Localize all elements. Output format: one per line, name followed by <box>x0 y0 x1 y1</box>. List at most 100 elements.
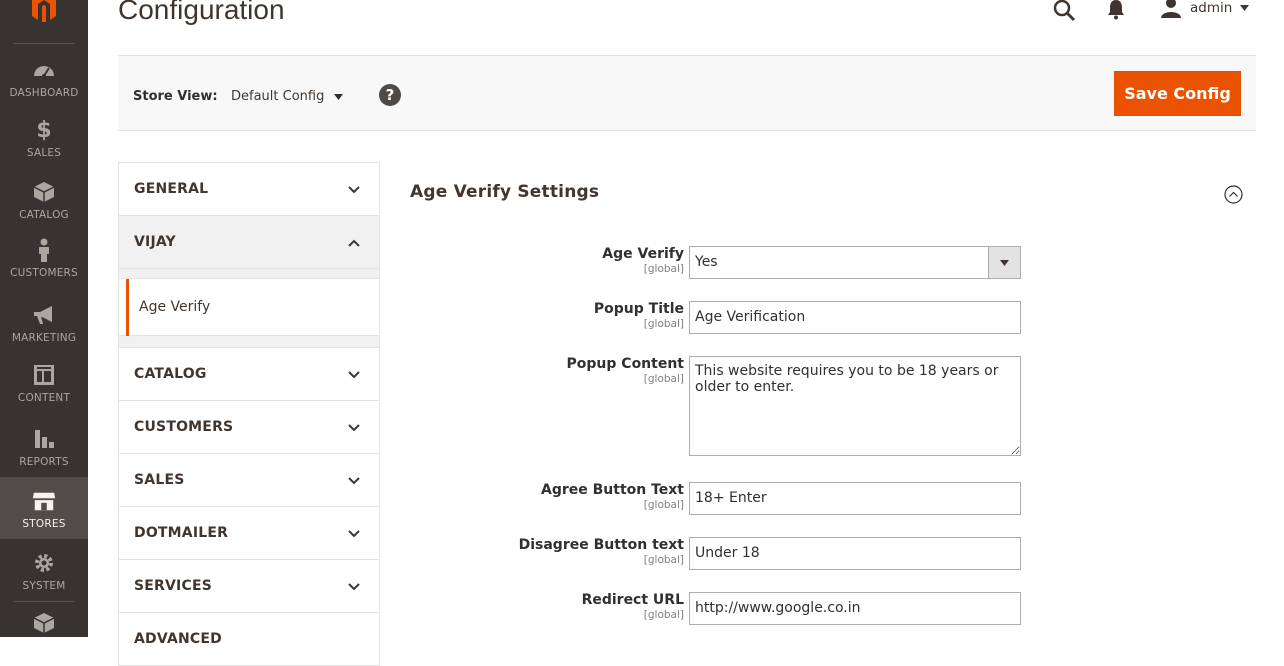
user-menu[interactable]: admin <box>1160 0 1250 18</box>
field-label-text: Disagree Button text <box>518 537 684 553</box>
redirect-url-input[interactable]: http://www.google.co.in <box>689 592 1021 625</box>
age-verify-select[interactable]: Yes <box>689 246 1021 279</box>
tab-sales[interactable]: SALES <box>119 454 379 507</box>
active-indicator <box>126 279 129 336</box>
chevron-down-icon <box>348 371 360 379</box>
field-label-text: Popup Content <box>566 356 684 372</box>
field-label-text: Redirect URL <box>581 592 684 608</box>
field-scope: [global] <box>643 554 684 566</box>
help-icon[interactable]: ? <box>379 84 401 106</box>
field-label: Disagree Button text [global] <box>519 537 684 566</box>
nav-dashboard[interactable]: DASHBOARD <box>0 58 88 120</box>
nav-customers[interactable]: CUSTOMERS <box>0 238 88 300</box>
sidebar-divider <box>14 43 74 44</box>
chevron-down-icon <box>348 424 360 432</box>
field-label: Agree Button Text [global] <box>541 482 684 511</box>
store-icon <box>32 489 56 513</box>
chevron-down-icon <box>348 583 360 591</box>
tab-label: VIJAY <box>134 234 176 250</box>
tab-label: CATALOG <box>134 366 207 382</box>
nav-sales[interactable]: $ SALES <box>0 118 88 180</box>
notifications-bell-icon[interactable] <box>1105 0 1127 20</box>
page-title: Configuration <box>118 0 285 25</box>
field-scope: [global] <box>643 499 684 511</box>
tab-advanced[interactable]: ADVANCED <box>119 613 379 666</box>
nav-label: STORES <box>22 518 66 530</box>
store-view-label: Store View: <box>133 89 218 104</box>
magento-logo-icon[interactable] <box>25 0 63 22</box>
person-icon <box>32 238 56 262</box>
tab-label: DOTMAILER <box>134 525 229 541</box>
tab-label: ADVANCED <box>134 631 222 647</box>
gear-icon <box>32 551 56 575</box>
tab-item-age-verify[interactable]: Age Verify <box>119 279 379 336</box>
collapse-section-icon[interactable] <box>1224 185 1243 204</box>
bar-chart-icon <box>32 427 56 451</box>
tab-label: SERVICES <box>134 578 212 594</box>
nav-system[interactable]: SYSTEM <box>0 551 88 613</box>
tab-spacer <box>119 269 379 279</box>
field-label-text: Popup Title <box>593 301 684 317</box>
nav-label: SALES <box>26 147 62 159</box>
admin-sidebar: DASHBOARD $ SALES CATALOG CUSTOMERS MARK… <box>0 0 88 637</box>
tab-spacer <box>119 336 379 348</box>
field-label: Age Verify [global] <box>602 246 684 275</box>
popup-content-textarea[interactable]: This website requires you to be 18 years… <box>689 356 1021 456</box>
select-value: Yes <box>695 254 718 270</box>
field-label-text: Age Verify <box>602 246 684 262</box>
user-icon <box>1161 0 1181 18</box>
store-view-dropdown[interactable]: Default Config <box>231 89 344 104</box>
layout-icon <box>32 363 56 387</box>
disagree-button-text-input[interactable]: Under 18 <box>689 537 1021 570</box>
caret-down-icon <box>334 93 344 100</box>
caret-down-icon <box>1240 5 1250 11</box>
field-label: Redirect URL [global] <box>582 592 684 621</box>
store-switcher-toolbar: Store View: Default Config ? Save Config <box>118 55 1256 131</box>
chevron-down-icon <box>348 530 360 538</box>
box-icon <box>32 180 56 204</box>
popup-title-input[interactable]: Age Verification <box>689 301 1021 334</box>
nav-label: CUSTOMERS <box>10 267 78 279</box>
nav-label: CATALOG <box>19 209 69 221</box>
agree-button-text-input[interactable]: 18+ Enter <box>689 482 1021 515</box>
tab-dotmailer[interactable]: DOTMAILER <box>119 507 379 560</box>
chevron-down-icon <box>348 477 360 485</box>
dollar-icon: $ <box>36 117 52 143</box>
nav-catalog[interactable]: CATALOG <box>0 180 88 242</box>
sidebar-divider <box>14 601 74 602</box>
tab-general[interactable]: GENERAL <box>119 163 379 216</box>
tab-catalog[interactable]: CATALOG <box>119 348 379 401</box>
config-tabs: GENERAL VIJAY Age Verify CATALOG CUSTOME… <box>118 162 380 666</box>
nav-label: DASHBOARD <box>9 87 79 99</box>
chevron-up-icon <box>348 239 360 247</box>
nav-stores[interactable]: STORES <box>0 477 88 539</box>
nav-label: MARKETING <box>11 332 77 344</box>
search-icon[interactable] <box>1052 0 1076 22</box>
find-partners-icon[interactable] <box>33 612 55 634</box>
field-label-text: Agree Button Text <box>540 482 684 498</box>
tab-customers[interactable]: CUSTOMERS <box>119 401 379 454</box>
dashboard-icon <box>32 58 56 82</box>
nav-label: REPORTS <box>19 456 69 468</box>
nav-marketing[interactable]: MARKETING <box>0 303 88 365</box>
select-arrow[interactable] <box>988 247 1020 278</box>
field-scope: [global] <box>643 318 684 330</box>
field-label: Popup Content [global] <box>567 356 684 385</box>
nav-label: CONTENT <box>17 392 71 404</box>
tab-label: SALES <box>134 472 185 488</box>
nav-label: SYSTEM <box>22 580 66 592</box>
tab-services[interactable]: SERVICES <box>119 560 379 613</box>
field-scope: [global] <box>643 609 684 621</box>
tab-item-label: Age Verify <box>139 299 211 315</box>
caret-down-icon <box>1000 259 1009 266</box>
tab-label: CUSTOMERS <box>134 419 234 435</box>
chevron-down-icon <box>348 186 360 194</box>
field-label: Popup Title [global] <box>594 301 684 330</box>
store-view-value: Default Config <box>231 89 325 104</box>
tab-vijay[interactable]: VIJAY <box>119 216 379 269</box>
field-scope: [global] <box>643 263 684 275</box>
save-config-button[interactable]: Save Config <box>1114 71 1241 116</box>
section-title[interactable]: Age Verify Settings <box>410 182 599 202</box>
nav-content[interactable]: CONTENT <box>0 363 88 425</box>
user-name: admin <box>1190 0 1233 16</box>
